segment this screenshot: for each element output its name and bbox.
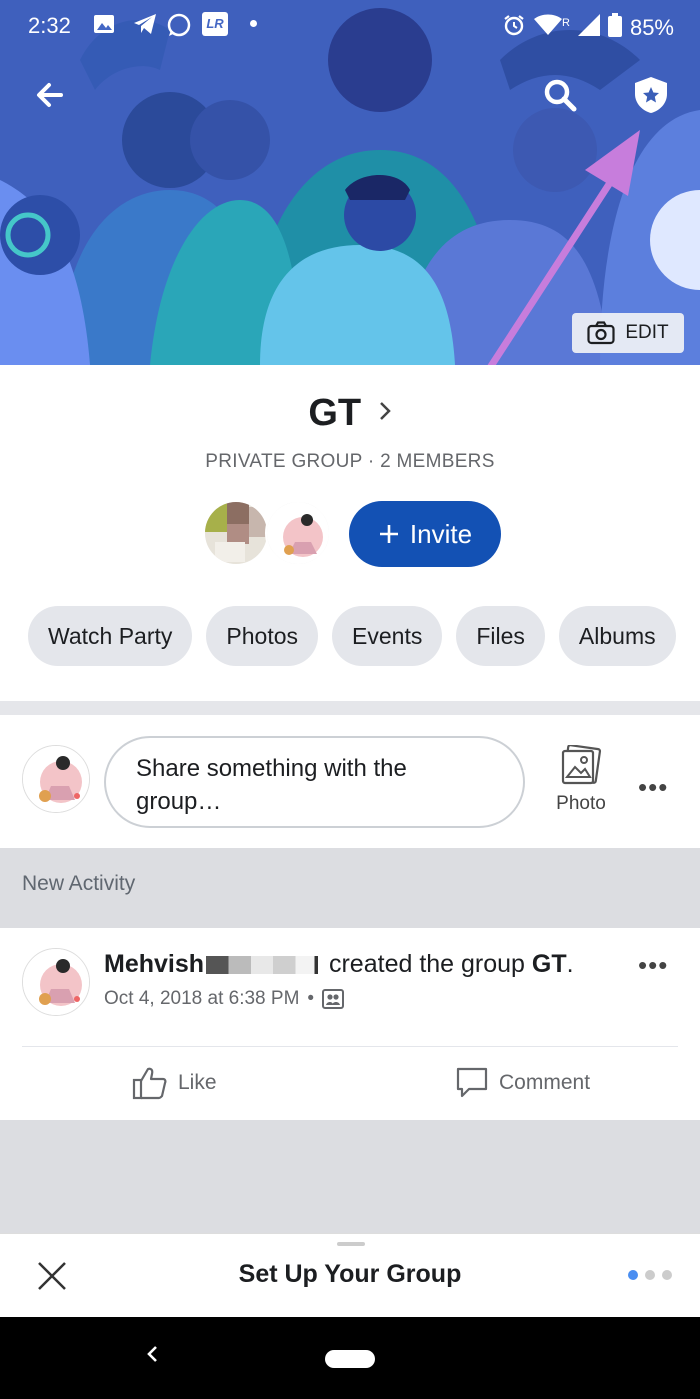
my-avatar[interactable]	[22, 745, 90, 813]
back-arrow-icon	[37, 83, 63, 107]
whatsapp-notification-icon	[166, 12, 192, 44]
edit-label: EDIT	[625, 322, 669, 343]
camera-icon	[587, 321, 615, 345]
section-divider	[0, 701, 700, 715]
chevron-right-icon	[378, 398, 392, 429]
page-dot-1	[628, 1270, 638, 1280]
post-divider	[22, 1046, 678, 1047]
page-dot-3	[662, 1270, 672, 1280]
post-timestamp[interactable]: Oct 4, 2018 at 6:38 PM	[104, 988, 299, 1010]
admin-tools-button[interactable]	[628, 72, 674, 118]
comment-button[interactable]: Comment	[455, 1066, 590, 1100]
sheet-drag-handle[interactable]	[337, 1242, 365, 1246]
comment-icon	[456, 1067, 488, 1098]
group-name[interactable]: GT	[308, 392, 361, 435]
new-activity-label: New Activity	[22, 872, 136, 895]
status-time: 2:32	[28, 13, 71, 38]
group-meta: PRIVATE GROUP · 2 MEMBERS	[205, 451, 495, 472]
chip-albums[interactable]: Albums	[558, 606, 676, 666]
image-notification-icon	[92, 12, 116, 42]
telegram-notification-icon	[132, 12, 158, 42]
group-title-row[interactable]: GT	[0, 392, 700, 435]
post-period: .	[566, 950, 574, 978]
post-composer: Share something with the group… Photo ••…	[0, 715, 700, 848]
lightroom-notification-icon: LR	[202, 12, 228, 36]
plus-icon	[379, 525, 398, 543]
post-author-name[interactable]: Mehvish	[104, 950, 204, 978]
sheet-title: Set Up Your Group	[238, 1260, 462, 1288]
photo-label: Photo	[556, 793, 606, 814]
shield-star-icon	[635, 77, 667, 113]
thumbs-up-icon	[132, 1067, 167, 1100]
page-dot-2	[645, 1270, 655, 1280]
nav-home-pill[interactable]	[325, 1350, 375, 1368]
group-tabs: Watch Party Photos Events Files Albums	[28, 606, 676, 666]
wifi-icon	[534, 14, 562, 42]
cell-signal-icon	[577, 14, 600, 42]
members-privacy-icon	[322, 989, 345, 1009]
more-notifications-dot	[250, 20, 257, 27]
feed-background	[0, 1120, 700, 1233]
like-button[interactable]: Like	[132, 1066, 217, 1100]
activity-post: Mehvish created the group GT. Oct 4, 201…	[0, 928, 700, 1120]
like-label: Like	[178, 1071, 217, 1094]
status-bar: 2:32 LR R 85%	[0, 0, 700, 52]
composer-input[interactable]: Share something with the group…	[104, 736, 525, 828]
meta-separator: •	[307, 988, 315, 1009]
search-button[interactable]	[537, 72, 583, 118]
system-nav-bar	[0, 1317, 700, 1399]
member-avatar-1[interactable]	[203, 500, 269, 566]
comment-label: Comment	[499, 1071, 591, 1094]
search-icon	[544, 79, 577, 112]
new-activity-header: New Activity	[0, 848, 700, 928]
chip-watch-party[interactable]: Watch Party	[28, 606, 193, 666]
post-meta: Oct 4, 2018 at 6:38 PM •	[104, 988, 345, 1010]
add-photo-button[interactable]: Photo	[550, 744, 612, 815]
post-author-avatar[interactable]	[22, 948, 90, 1016]
chip-files[interactable]: Files	[456, 606, 545, 666]
invite-label: Invite	[409, 518, 473, 549]
post-more-icon[interactable]: •••	[638, 950, 668, 981]
member-avatar-2[interactable]	[265, 500, 331, 566]
roaming-badge: R	[562, 17, 570, 29]
composer-more-icon[interactable]: •••	[638, 772, 668, 803]
edit-cover-button[interactable]: EDIT	[572, 313, 684, 353]
photo-icon	[561, 744, 602, 785]
page-indicator	[628, 1270, 672, 1280]
invite-button[interactable]: Invite	[349, 501, 501, 567]
status-right: R 85%	[502, 13, 674, 43]
back-button[interactable]	[26, 72, 72, 118]
chip-events[interactable]: Events	[332, 606, 443, 666]
alarm-icon	[502, 13, 526, 43]
cover-illustration	[0, 0, 700, 365]
post-headline: Mehvish created the group GT.	[104, 950, 574, 979]
post-group-name[interactable]: GT	[532, 950, 567, 978]
group-cover-photo: 2:32 LR R 85% EDIT	[0, 0, 700, 365]
nav-back-icon[interactable]	[142, 1339, 162, 1377]
battery-icon	[607, 13, 622, 43]
setup-group-sheet[interactable]: Set Up Your Group	[0, 1233, 700, 1317]
redacted-surname	[206, 956, 319, 975]
chip-photos[interactable]: Photos	[206, 606, 319, 666]
post-action-text: created the group	[328, 950, 525, 978]
battery-percent: 85%	[629, 15, 674, 40]
